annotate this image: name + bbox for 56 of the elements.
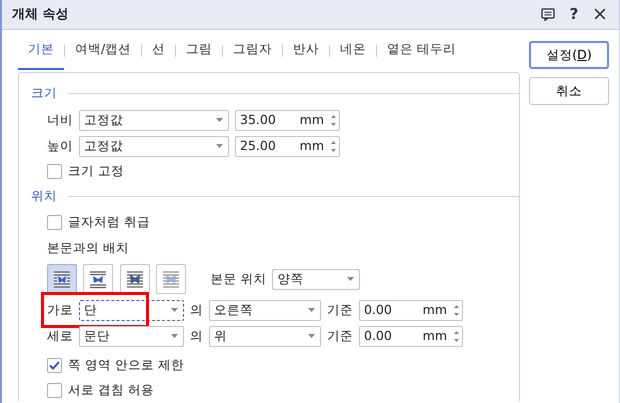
tab[interactable]: 그림 <box>176 32 222 70</box>
wrap-option-button[interactable] <box>47 264 77 294</box>
dropdown[interactable]: 양쪽 <box>272 268 360 290</box>
section-title: 크기 <box>31 84 57 102</box>
field-label: 너비 <box>47 110 73 129</box>
field-label: 기준 <box>327 326 353 345</box>
action-button[interactable]: 설정(D) <box>529 41 609 69</box>
checkbox[interactable] <box>47 215 62 230</box>
caret-icon <box>215 143 224 149</box>
comment-icon <box>541 8 555 21</box>
dropdown[interactable]: 오른쪽 <box>209 300 321 320</box>
section-label: 본문과의 배치 <box>47 238 129 257</box>
wrap-option-button[interactable] <box>120 264 150 294</box>
dropdown[interactable]: 고정값 <box>79 136 229 156</box>
caret-icon <box>307 307 316 313</box>
number-field[interactable]: 25.00 mm <box>235 136 340 156</box>
caret-icon <box>346 276 356 282</box>
check-icon <box>49 361 60 370</box>
action-button[interactable]: 취소 <box>529 77 609 105</box>
field-label: 의 <box>190 300 203 319</box>
checkbox-label: 쪽 영역 안으로 제한 <box>68 356 184 374</box>
window-title: 개체 속성 <box>12 6 70 24</box>
field-label: 기준 <box>327 300 353 319</box>
checkbox[interactable] <box>47 164 62 179</box>
dropdown[interactable]: 문단 <box>79 326 184 346</box>
dropdown[interactable]: 위 <box>209 326 321 346</box>
wrap-option-button[interactable] <box>83 264 114 294</box>
number-field[interactable]: 35.00 mm <box>235 110 340 130</box>
tab[interactable]: 선 <box>142 32 176 70</box>
number-field[interactable]: 0.00 mm <box>359 300 463 320</box>
checkbox-label: 글자처럼 취급 <box>68 213 150 232</box>
field-label: 가로 <box>47 300 73 319</box>
dropdown[interactable]: 고정값 <box>79 110 229 130</box>
tab[interactable]: 여백/캡션 <box>65 32 142 70</box>
tab[interactable]: 그림자 <box>223 32 282 70</box>
caret-icon <box>215 117 224 123</box>
tab[interactable]: 반사 <box>283 32 330 70</box>
checkbox-label: 크기 고정 <box>68 162 124 180</box>
field-label: 의 <box>190 326 203 345</box>
tab[interactable]: 네온 <box>330 32 376 70</box>
section-title: 위치 <box>31 186 57 205</box>
caret-icon <box>307 333 316 339</box>
tab[interactable]: 옅은 테두리 <box>377 32 466 70</box>
field-label: 높이 <box>47 136 73 155</box>
number-field[interactable]: 0.00 mm <box>359 326 463 346</box>
caret-icon <box>170 333 179 339</box>
help-button[interactable]: ? <box>563 4 585 26</box>
wrap-option-button[interactable] <box>156 264 186 294</box>
checkbox[interactable] <box>47 383 62 398</box>
field-label: 본문 위치 <box>210 270 266 288</box>
caret-icon <box>170 307 179 313</box>
close-button[interactable]: × <box>589 4 611 26</box>
checkbox-label: 서로 겹침 허용 <box>68 381 154 400</box>
field-label: 세로 <box>47 326 73 345</box>
checkbox[interactable] <box>47 358 62 373</box>
dropdown[interactable]: 단 <box>79 300 184 320</box>
